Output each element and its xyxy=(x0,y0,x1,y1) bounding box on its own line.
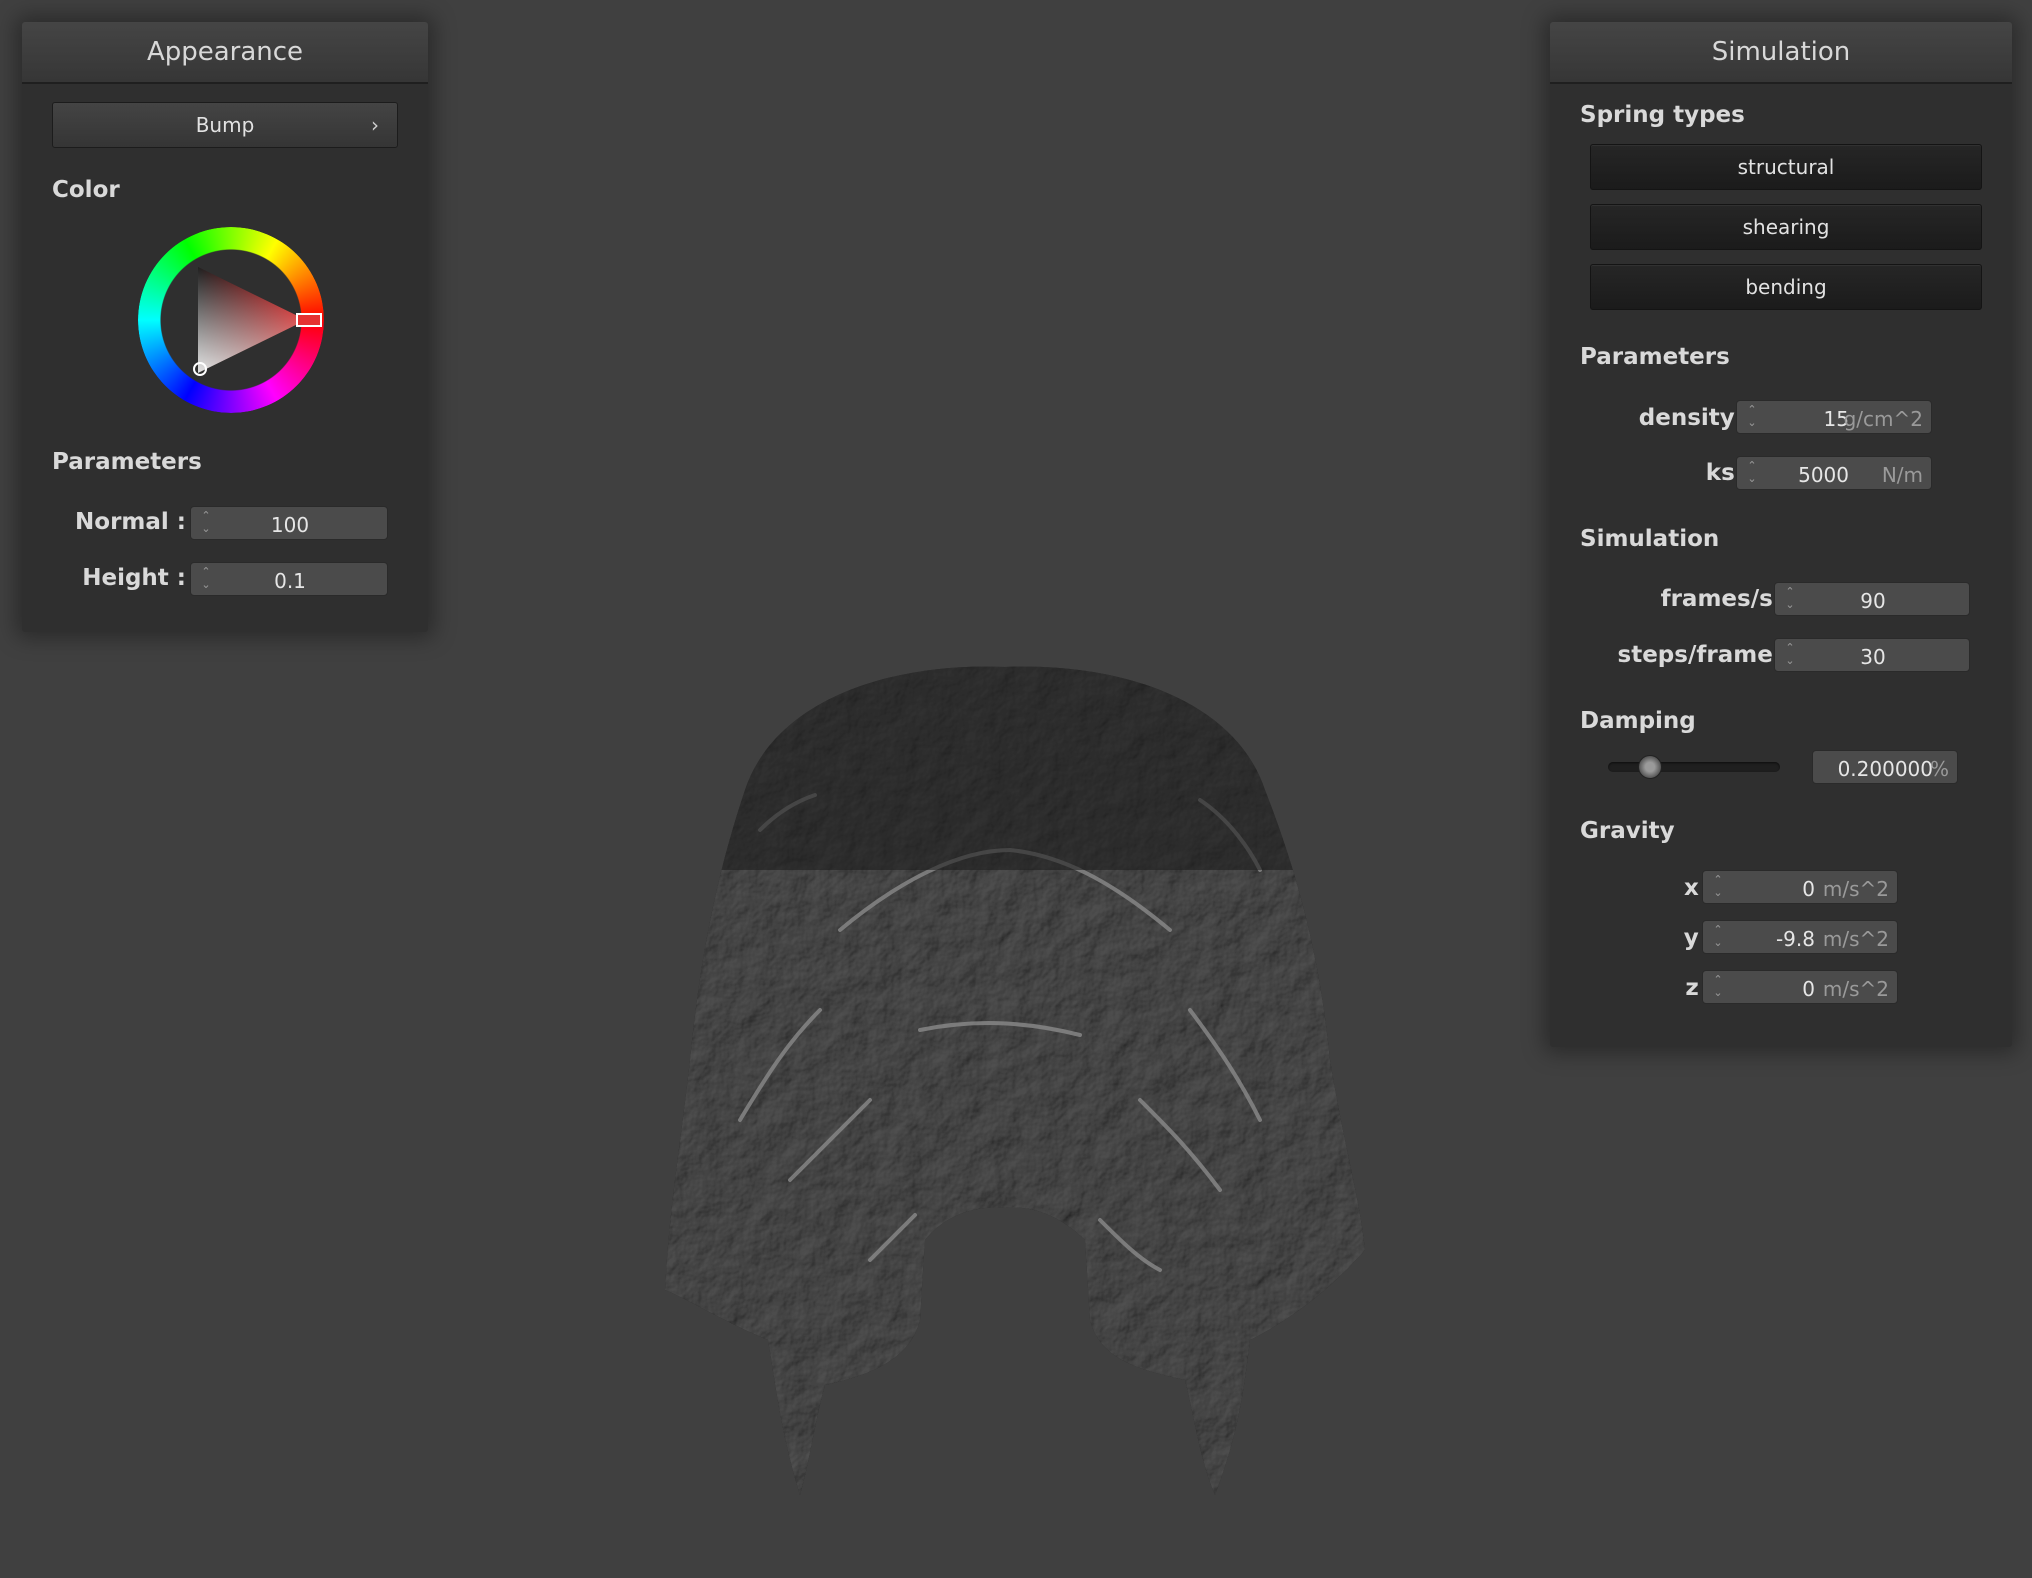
spinner-icon[interactable]: ⌃ ⌄ xyxy=(1745,459,1759,487)
shearing-button[interactable]: shearing xyxy=(1590,204,1982,250)
bump-mode-label: Bump xyxy=(195,113,255,137)
color-label: Color xyxy=(52,177,120,203)
spinner-icon[interactable]: ⌃ ⌄ xyxy=(1711,873,1725,901)
height-label: Height : xyxy=(82,565,186,591)
damping-slider[interactable] xyxy=(1608,762,1780,772)
bump-mode-button[interactable]: Bump › xyxy=(52,102,398,148)
ks-value: 5000 xyxy=(1798,463,1849,487)
gravity-x-field[interactable]: ⌃ ⌄ 0 m/s^2 xyxy=(1702,870,1898,904)
gravity-z-label: z : xyxy=(1685,975,1716,1001)
steps-field[interactable]: ⌃ ⌄ 30 xyxy=(1774,638,1970,672)
gravity-y-label: y : xyxy=(1683,925,1716,951)
height-value: 0.1 xyxy=(274,569,306,593)
gravity-z-field[interactable]: ⌃ ⌄ 0 m/s^2 xyxy=(1702,970,1898,1004)
damping-value: 0.200000 xyxy=(1837,757,1933,781)
gravity-x-unit: m/s^2 xyxy=(1822,877,1889,901)
gravity-x-label: x : xyxy=(1683,875,1716,901)
gravity-label: Gravity xyxy=(1580,818,1675,844)
normal-value: 100 xyxy=(270,513,310,537)
damping-label: Damping xyxy=(1580,708,1696,734)
color-wheel[interactable] xyxy=(138,227,324,413)
gravity-y-unit: m/s^2 xyxy=(1822,927,1889,951)
simulation-title: Simulation xyxy=(1550,22,2012,84)
damping-slider-handle[interactable] xyxy=(1638,755,1662,779)
steps-value: 30 xyxy=(1860,645,1886,669)
density-unit: g/cm^2 xyxy=(1843,407,1923,431)
damping-field[interactable]: 0.200000 % xyxy=(1812,750,1958,784)
gravity-z-value: 0 xyxy=(1802,977,1815,1001)
hue-marker[interactable] xyxy=(296,313,322,327)
density-field[interactable]: ⌃ ⌄ 15 g/cm^2 xyxy=(1736,400,1932,434)
spinner-icon[interactable]: ⌃ ⌄ xyxy=(1745,403,1759,431)
ks-label: ks : xyxy=(1705,460,1752,486)
damping-unit: % xyxy=(1929,757,1949,781)
bending-button[interactable]: bending xyxy=(1590,264,1982,310)
gravity-x-value: 0 xyxy=(1802,877,1815,901)
chevron-right-icon: › xyxy=(371,113,379,137)
fps-field[interactable]: ⌃ ⌄ 90 xyxy=(1774,582,1970,616)
fps-value: 90 xyxy=(1860,589,1886,613)
steps-label: steps/frame : xyxy=(1617,642,1790,668)
gravity-y-field[interactable]: ⌃ ⌄ -9.8 m/s^2 xyxy=(1702,920,1898,954)
simulation-parameters-label: Parameters xyxy=(1580,344,1730,370)
spring-types-label: Spring types xyxy=(1580,102,1745,128)
appearance-parameters-label: Parameters xyxy=(52,449,202,475)
normal-field[interactable]: ⌃ ⌄ 100 xyxy=(190,506,388,540)
spinner-icon[interactable]: ⌃ ⌄ xyxy=(1711,973,1725,1001)
gravity-z-unit: m/s^2 xyxy=(1822,977,1889,1001)
spinner-icon[interactable]: ⌃ ⌄ xyxy=(1711,923,1725,951)
ks-field[interactable]: ⌃ ⌄ 5000 N/m xyxy=(1736,456,1932,490)
appearance-panel: Appearance Bump › Color Parameters Norma… xyxy=(22,22,428,632)
simulation-panel: Simulation Spring types structural shear… xyxy=(1550,22,2012,1047)
appearance-title: Appearance xyxy=(22,22,428,84)
gravity-y-value: -9.8 xyxy=(1775,927,1815,951)
fps-label: frames/s : xyxy=(1660,586,1790,612)
density-label: density : xyxy=(1638,405,1752,431)
height-field[interactable]: ⌃ ⌄ 0.1 xyxy=(190,562,388,596)
cloth-mesh xyxy=(665,666,1365,1495)
ks-unit: N/m xyxy=(1881,463,1923,487)
structural-button[interactable]: structural xyxy=(1590,144,1982,190)
normal-label: Normal : xyxy=(75,509,186,535)
simulation-section-label: Simulation xyxy=(1580,526,1720,552)
